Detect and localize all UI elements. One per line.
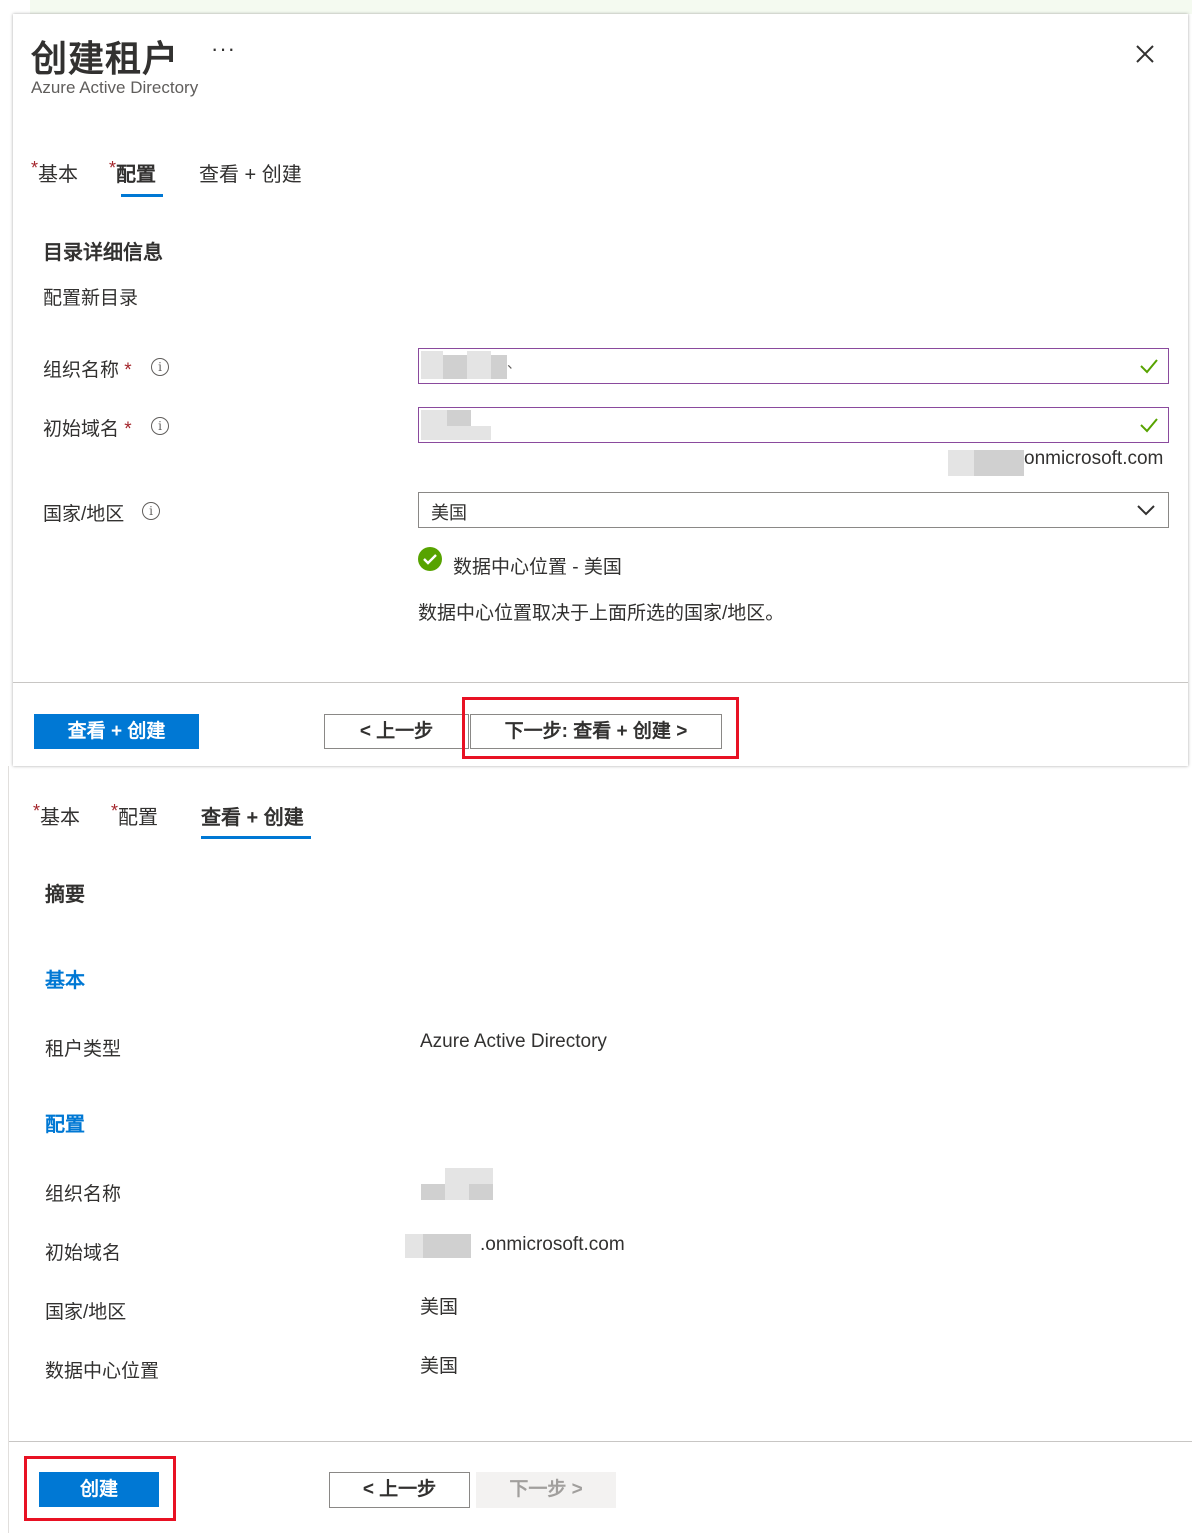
- country-label: 国家/地区: [45, 1302, 127, 1323]
- domain-label: 初始域名 *: [43, 419, 132, 440]
- redacted-text: [948, 450, 974, 476]
- summary-title: 摘要: [45, 884, 85, 906]
- page-subtitle: Azure Active Directory: [31, 78, 199, 97]
- domain-suffix: onmicrosoft.com: [1024, 448, 1164, 469]
- info-icon[interactable]: i: [151, 417, 169, 435]
- active-tab-indicator: [121, 194, 163, 197]
- domain-input[interactable]: [418, 407, 1169, 443]
- section-title: 目录详细信息: [43, 242, 163, 264]
- active-tab-indicator: [201, 836, 311, 839]
- country-value: 美国: [420, 1297, 459, 1318]
- redacted-text: [467, 351, 491, 379]
- datacenter-value: 美国: [420, 1356, 459, 1377]
- tab-review-create[interactable]: 查看 + 创建: [199, 158, 302, 187]
- tab-review-create[interactable]: 查看 + 创建: [201, 801, 304, 830]
- datacenter-label: 数据中心位置: [45, 1361, 160, 1382]
- redacted-text: [445, 1184, 469, 1200]
- org-name-input[interactable]: 、: [418, 348, 1169, 384]
- prev-button[interactable]: < 上一步: [324, 714, 469, 749]
- page-title: 创建租户: [31, 38, 180, 79]
- domain-label: 初始域名: [45, 1243, 122, 1264]
- chevron-down-icon: [1137, 505, 1155, 516]
- tab-basic[interactable]: *基本: [33, 801, 80, 830]
- next-review-create-button[interactable]: 下一步: 查看 + 创建 >: [470, 714, 722, 749]
- redacted-text: [445, 1168, 469, 1184]
- country-label: 国家/地区: [43, 504, 125, 525]
- info-icon[interactable]: i: [151, 358, 169, 376]
- create-tenant-panel: 创建租户 ··· Azure Active Directory *基本 *配置 …: [13, 14, 1188, 766]
- top-strip: [30, 0, 1192, 14]
- org-name-trailing-char: 、: [507, 355, 521, 371]
- domain-value: .onmicrosoft.com: [480, 1234, 625, 1255]
- country-select[interactable]: 美国: [418, 492, 1169, 528]
- info-icon[interactable]: i: [142, 502, 160, 520]
- redacted-text: [421, 351, 443, 379]
- footer-divider: [13, 682, 1188, 683]
- footer-divider: [9, 1441, 1192, 1442]
- success-check-icon: [418, 547, 442, 571]
- datacenter-note: 数据中心位置取决于上面所选的国家/地区。: [418, 603, 785, 624]
- redacted-text: [421, 1184, 445, 1200]
- redacted-text: [405, 1234, 423, 1258]
- org-name-label: 组织名称: [45, 1184, 122, 1205]
- tab-config[interactable]: *配置: [111, 801, 158, 830]
- check-icon: [1140, 418, 1158, 433]
- check-icon: [1140, 359, 1158, 374]
- redacted-text: [469, 1168, 493, 1184]
- create-button[interactable]: 创建: [39, 1472, 159, 1507]
- redacted-text: [443, 355, 467, 379]
- review-create-button[interactable]: 查看 + 创建: [34, 714, 199, 749]
- tenant-type-label: 租户类型: [45, 1039, 122, 1060]
- tab-basic[interactable]: *基本: [31, 158, 78, 187]
- tenant-type-value: Azure Active Directory: [420, 1031, 607, 1052]
- close-icon[interactable]: [1131, 40, 1159, 68]
- redacted-text: [469, 1184, 493, 1200]
- redacted-text: [974, 450, 1024, 476]
- redacted-text: [447, 426, 491, 440]
- next-button-disabled: 下一步 >: [476, 1472, 616, 1508]
- prev-button[interactable]: < 上一步: [329, 1472, 470, 1508]
- panel-border: [8, 766, 9, 1533]
- config-section-title: 配置: [45, 1114, 85, 1136]
- redacted-text: [421, 410, 447, 440]
- redacted-text: [491, 355, 507, 379]
- section-description: 配置新目录: [43, 288, 139, 309]
- datacenter-status: 数据中心位置 - 美国: [453, 557, 622, 578]
- redacted-text: [447, 410, 471, 426]
- basic-section-title: 基本: [45, 970, 85, 992]
- org-name-label: 组织名称 *: [43, 360, 132, 381]
- tab-config[interactable]: *配置: [109, 158, 156, 187]
- more-options-button[interactable]: ···: [211, 36, 236, 62]
- redacted-text: [423, 1234, 471, 1258]
